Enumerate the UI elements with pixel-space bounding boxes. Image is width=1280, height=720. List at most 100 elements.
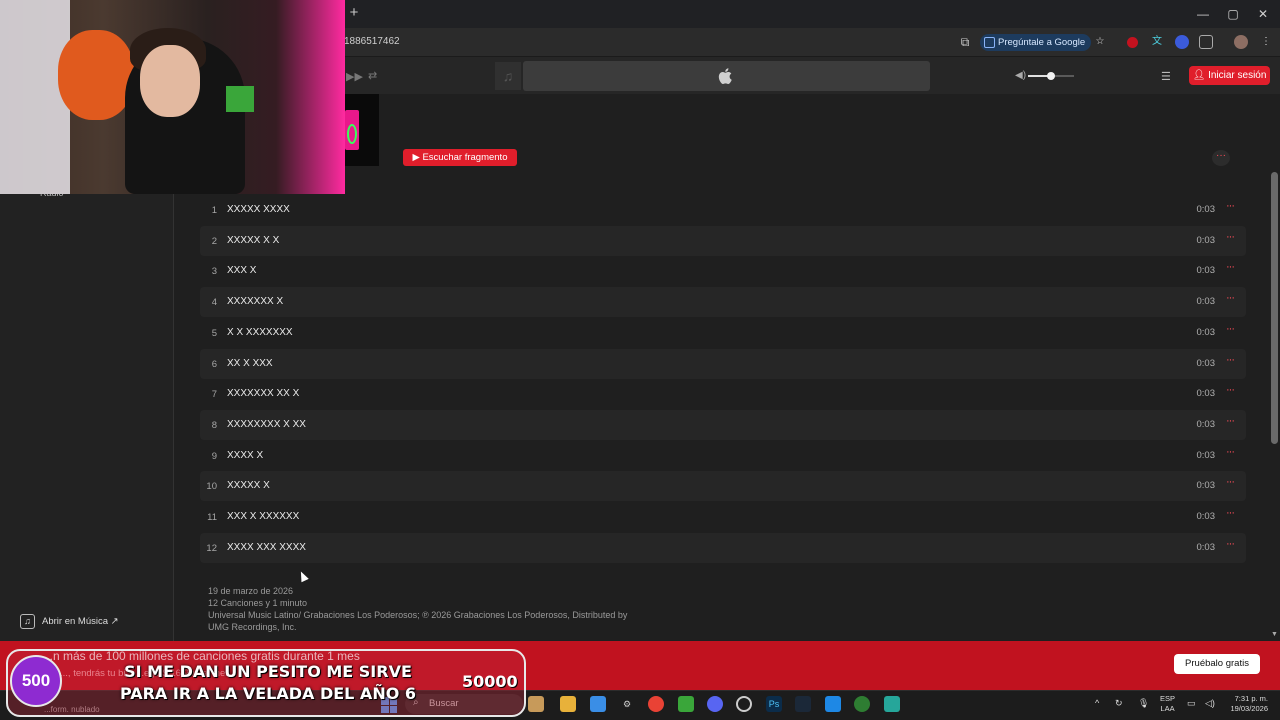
track-more-options-icon[interactable]: ···	[1226, 261, 1235, 273]
minimize-button[interactable]: —	[1188, 4, 1218, 24]
track-duration: 0:03	[1196, 326, 1216, 338]
track-more-options-icon[interactable]: ···	[1226, 323, 1235, 335]
track-duration: 0:03	[1196, 296, 1216, 308]
track-row[interactable]: 7 XXXXXXX XX X 0:03 ···	[200, 379, 1246, 409]
track-more-options-icon[interactable]: ···	[1226, 231, 1235, 243]
signin-button[interactable]: 👤︎ Iniciar sesión	[1189, 66, 1270, 85]
album-artwork-accent	[347, 124, 357, 144]
track-more-options-icon[interactable]: ···	[1226, 292, 1235, 304]
scrollbar-thumb[interactable]	[1271, 172, 1278, 444]
close-window-button[interactable]: ✕	[1248, 4, 1278, 24]
track-more-options-icon[interactable]: ···	[1226, 507, 1235, 519]
track-row[interactable]: 5 X X XXXXXXX 0:03 ···	[200, 318, 1246, 348]
track-more-options-icon[interactable]: ···	[1226, 200, 1235, 212]
track-row[interactable]: 6 XX X XXX 0:03 ···	[200, 348, 1246, 379]
track-row[interactable]: 4 XXXXXXX X 0:03 ···	[200, 287, 1246, 318]
pinned-app-icon[interactable]	[528, 696, 544, 712]
track-duration: 0:03	[1196, 265, 1216, 277]
track-more-options-icon[interactable]: ···	[1226, 446, 1235, 458]
discord-icon[interactable]	[707, 696, 723, 712]
track-more-options-icon[interactable]: ···	[1226, 354, 1235, 366]
extension-red-icon[interactable]	[1127, 37, 1138, 48]
track-row[interactable]: 10 XXXXX X 0:03 ···	[200, 471, 1246, 502]
track-title: XXXXXXX X	[227, 296, 284, 308]
extensions-puzzle-icon[interactable]	[1199, 35, 1213, 49]
photoshop-icon[interactable]: Ps	[766, 696, 782, 712]
track-row[interactable]: 11 XXX X XXXXXX 0:03 ···	[200, 502, 1246, 532]
track-row[interactable]: 9 XXXX X 0:03 ···	[200, 441, 1246, 471]
track-title: XXXX XXX XXXX	[227, 541, 306, 553]
track-more-options-icon[interactable]: ···	[1226, 538, 1235, 550]
track-duration: 0:03	[1196, 418, 1216, 430]
track-duration: 0:03	[1196, 511, 1216, 522]
new-tab-button[interactable]: +	[346, 5, 362, 21]
track-more-options-icon[interactable]: ···	[1226, 415, 1235, 427]
tray-overflow-icon[interactable]: ^	[1095, 698, 1099, 708]
track-row[interactable]: 1 XXXXX XXXX 0:03 ···	[200, 195, 1246, 225]
track-number: 3	[211, 266, 217, 278]
next-track-icon[interactable]: ▶▶	[346, 70, 363, 83]
chrome-icon[interactable]	[648, 696, 664, 712]
track-number: 5	[211, 327, 217, 339]
open-in-music-link[interactable]: ♫ Abrir en Música ↗	[20, 614, 119, 629]
profile-avatar-icon[interactable]	[1234, 35, 1248, 49]
minecraft-icon[interactable]	[678, 696, 694, 712]
app-teal-icon[interactable]	[884, 696, 900, 712]
ask-google-button[interactable]: Pregúntale a Google	[980, 34, 1092, 51]
url-text[interactable]: 1886517462	[344, 36, 400, 47]
maximize-button[interactable]: ▢	[1218, 4, 1248, 24]
track-title: XXXXX X X	[227, 234, 280, 246]
scroll-down-arrow-icon[interactable]: ▼	[1271, 631, 1278, 638]
system-clock[interactable]: 7:31 p. m. 19/03/2026	[1224, 694, 1268, 714]
queue-list-icon[interactable]: ☰	[1161, 70, 1171, 83]
microphone-icon[interactable]: 🎙︎	[1138, 698, 1149, 709]
clock-date: 19/03/2026	[1230, 704, 1268, 713]
track-duration: 0:03	[1196, 480, 1216, 492]
track-number: 1	[211, 205, 217, 216]
donation-amount: 50000	[462, 672, 518, 691]
music-app-icon: ♫	[20, 614, 35, 629]
settings-gear-icon[interactable]: ⚙	[619, 696, 635, 712]
track-title: XXXXXXX XX X	[227, 388, 300, 400]
track-row[interactable]: 12 XXXX XXX XXXX 0:03 ···	[200, 532, 1246, 563]
extension-translate-icon[interactable]: 文	[1150, 35, 1164, 49]
steam-icon[interactable]	[795, 696, 811, 712]
volume-icon[interactable]: ◀)	[1015, 70, 1026, 81]
album-more-options-button[interactable]: ···	[1212, 150, 1230, 166]
try-free-button[interactable]: Pruébalo gratis	[1174, 654, 1260, 674]
browser-menu-icon[interactable]: ⋮	[1259, 35, 1273, 49]
track-title: XXXXX XXXX	[227, 204, 290, 215]
track-more-options-icon[interactable]: ···	[1226, 384, 1235, 396]
lang-layout: LAA	[1160, 704, 1175, 713]
obs-icon[interactable]	[736, 696, 752, 712]
volume-tray-icon[interactable]: ◁)	[1205, 698, 1215, 709]
track-number: 10	[206, 481, 217, 493]
copyright-line-2: UMG Recordings, Inc.	[208, 622, 297, 632]
language-indicator[interactable]: ESP LAA	[1160, 694, 1175, 714]
track-row[interactable]: 8 XXXXXXXX X XX 0:03 ···	[200, 409, 1246, 440]
play-preview-button[interactable]: ▶ Escuchar fragmento	[403, 149, 517, 166]
track-duration: 0:03	[1196, 204, 1216, 215]
photos-app-icon[interactable]	[590, 696, 606, 712]
track-title: XXXXX X	[227, 480, 270, 492]
now-playing-artwork: ♫	[495, 62, 521, 90]
track-more-options-icon[interactable]: ···	[1226, 476, 1235, 488]
webcam-overlay	[0, 0, 345, 194]
track-title: XXXXXXXX X XX	[227, 418, 306, 430]
app-blue-icon[interactable]	[825, 696, 841, 712]
signin-label: Iniciar sesión	[1208, 70, 1267, 81]
tray-sync-icon[interactable]: ↻	[1115, 698, 1123, 709]
app-green-icon[interactable]	[854, 696, 870, 712]
volume-slider-knob[interactable]	[1047, 72, 1055, 80]
track-duration: 0:03	[1196, 357, 1216, 369]
network-icon[interactable]: ▭	[1187, 698, 1196, 709]
extension-blue-icon[interactable]	[1175, 35, 1189, 49]
donation-message: SI ME DAN UN PESITO ME SIRVE PARA IR A L…	[119, 662, 417, 703]
track-row[interactable]: 3 XXX X 0:03 ···	[200, 256, 1246, 286]
file-explorer-icon[interactable]	[560, 696, 576, 712]
release-date: 19 de marzo de 2026	[208, 586, 294, 596]
cast-icon[interactable]: ⧉	[958, 35, 972, 49]
bookmark-star-icon[interactable]: ☆	[1093, 35, 1107, 49]
track-row[interactable]: 2 XXXXX X X 0:03 ···	[200, 225, 1246, 256]
repeat-icon[interactable]: ⇄	[368, 69, 377, 82]
